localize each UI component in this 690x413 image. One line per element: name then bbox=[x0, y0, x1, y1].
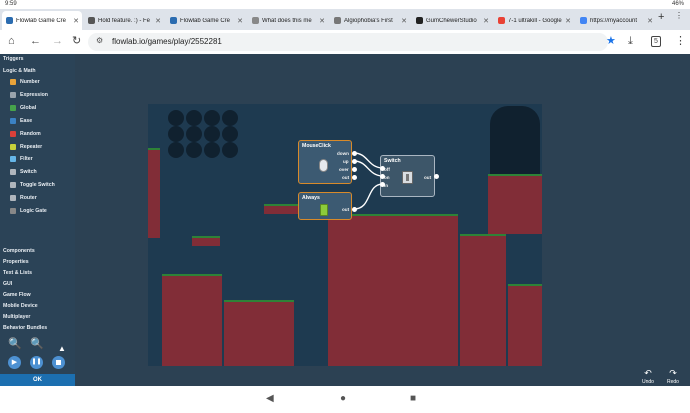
wire-always-in[interactable] bbox=[353, 183, 384, 210]
nav-recents-icon[interactable]: ■ bbox=[410, 393, 416, 404]
switch-title: Switch bbox=[384, 158, 401, 164]
port-over-label: over bbox=[339, 167, 349, 172]
port-out-label: out bbox=[342, 175, 350, 180]
undo-label: Undo bbox=[642, 379, 654, 385]
switch-out-label: out bbox=[424, 175, 432, 180]
always-title: Always bbox=[302, 195, 320, 201]
wire-down-off[interactable] bbox=[353, 152, 384, 169]
nav-back-icon[interactable]: ◀ bbox=[266, 393, 274, 404]
wire-up-on[interactable] bbox=[353, 160, 384, 177]
undo-icon: ↶ bbox=[644, 368, 652, 378]
redo-label: Redo bbox=[667, 379, 679, 385]
port-up-label: up bbox=[343, 159, 349, 164]
switch-node[interactable]: Switch off on in out bbox=[380, 155, 435, 197]
port-up-dot[interactable] bbox=[352, 159, 357, 164]
redo-button[interactable]: ↷ Redo bbox=[667, 368, 679, 385]
battery-icon bbox=[320, 204, 328, 216]
undo-button[interactable]: ↶ Undo bbox=[642, 368, 654, 385]
always-node[interactable]: Always out bbox=[298, 192, 352, 220]
system-nav-bar: ◀ ● ■ bbox=[0, 386, 690, 413]
port-down-label: down bbox=[337, 151, 349, 156]
redo-icon: ↷ bbox=[669, 368, 677, 378]
port-in-dot[interactable] bbox=[380, 182, 385, 187]
nav-home-icon[interactable]: ● bbox=[340, 393, 346, 404]
mouse-icon bbox=[319, 159, 328, 172]
always-out-label: out bbox=[342, 207, 350, 212]
switch-out-dot[interactable] bbox=[434, 174, 439, 179]
mouseclick-node[interactable]: MouseClick down up over out bbox=[298, 140, 352, 184]
mouseclick-title: MouseClick bbox=[302, 143, 331, 149]
port-off-dot[interactable] bbox=[380, 166, 385, 171]
port-out-dot[interactable] bbox=[352, 175, 357, 180]
always-out-dot[interactable] bbox=[352, 207, 357, 212]
switch-icon bbox=[402, 171, 413, 184]
port-over-dot[interactable] bbox=[352, 167, 357, 172]
port-on-dot[interactable] bbox=[380, 174, 385, 179]
port-down-dot[interactable] bbox=[352, 151, 357, 156]
